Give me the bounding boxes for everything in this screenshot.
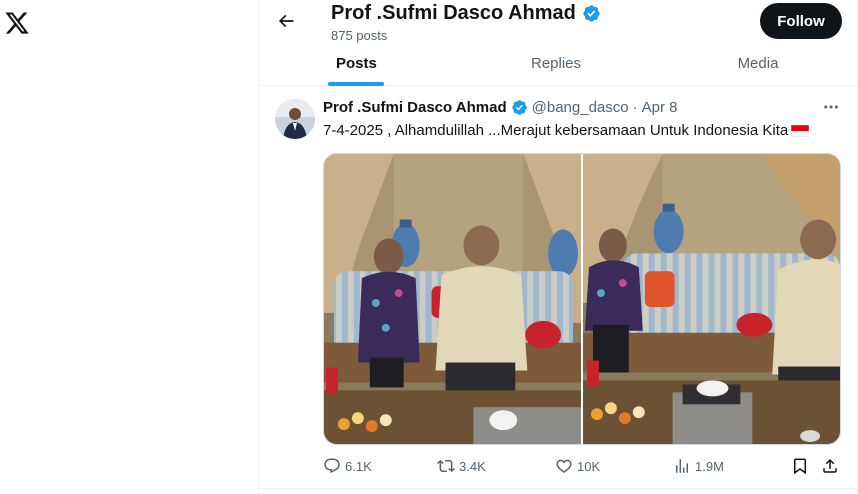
main-column: Prof .Sufmi Dasco Ahmad 875 posts Follow… (258, 0, 858, 494)
tweet-text: 7-4-2025 , Alhamdulillah ...Merajut kebe… (323, 122, 810, 139)
tab-posts[interactable]: Posts (259, 40, 455, 86)
arrow-left-icon (278, 14, 294, 28)
bookmark-icon (794, 458, 806, 475)
more-button[interactable] (821, 97, 841, 117)
share-icon (823, 458, 837, 473)
avatar-image (275, 99, 315, 139)
tab-label: Replies (530, 54, 582, 72)
tweet-media (323, 153, 841, 445)
share-button[interactable] (821, 457, 839, 475)
tweet-handle[interactable]: @bang_dasco (532, 99, 629, 116)
verified-badge-icon (511, 100, 527, 115)
repost-button[interactable]: 3.4K (437, 457, 486, 475)
repost-count: 3.4K (459, 458, 486, 474)
profile-tabs: Posts Replies Media (259, 40, 858, 86)
bookmark-button[interactable] (791, 457, 809, 475)
views-count: 1.9M (695, 458, 724, 474)
avatar[interactable] (275, 99, 315, 139)
tweet-actions: 6.1K 3.4K 10K 1.9M (323, 457, 845, 479)
reply-count: 6.1K (345, 458, 372, 474)
repost-icon (437, 459, 455, 473)
tab-media[interactable]: Media (657, 40, 858, 86)
profile-header: Prof .Sufmi Dasco Ahmad 875 posts Follow… (259, 0, 858, 86)
back-button[interactable] (273, 8, 299, 34)
follow-button[interactable]: Follow (760, 3, 842, 39)
heart-icon (556, 459, 572, 473)
views-button[interactable]: 1.9M (673, 457, 724, 475)
indonesia-flag-icon (791, 124, 810, 137)
tab-label: Posts (336, 54, 377, 72)
tab-replies[interactable]: Replies (455, 40, 657, 86)
like-button[interactable]: 10K (555, 457, 600, 475)
tweet[interactable]: Prof .Sufmi Dasco Ahmad @bang_dasco · Ap… (259, 87, 858, 489)
profile-name: Prof .Sufmi Dasco Ahmad (331, 2, 576, 24)
views-icon (676, 459, 688, 473)
reply-icon (324, 458, 340, 474)
tweet-body: 7-4-2025 , Alhamdulillah ...Merajut kebe… (323, 122, 789, 139)
verified-badge-icon (583, 5, 600, 22)
like-count: 10K (577, 458, 601, 474)
photo-illustration (324, 154, 581, 444)
tweet-photo-2[interactable] (583, 154, 840, 444)
reply-button[interactable]: 6.1K (323, 457, 372, 475)
photo-illustration (583, 154, 840, 444)
tweet-photo-1[interactable] (324, 154, 581, 444)
tweet-separator: · (632, 99, 638, 116)
x-logo[interactable] (4, 10, 30, 36)
tweet-header: Prof .Sufmi Dasco Ahmad @bang_dasco · Ap… (323, 99, 677, 116)
tweet-author[interactable]: Prof .Sufmi Dasco Ahmad (323, 99, 507, 116)
tab-label: Media (737, 54, 779, 72)
tweet-date[interactable]: Apr 8 (642, 99, 678, 116)
profile-title: Prof .Sufmi Dasco Ahmad (331, 2, 601, 25)
more-horizontal-icon (824, 105, 838, 109)
